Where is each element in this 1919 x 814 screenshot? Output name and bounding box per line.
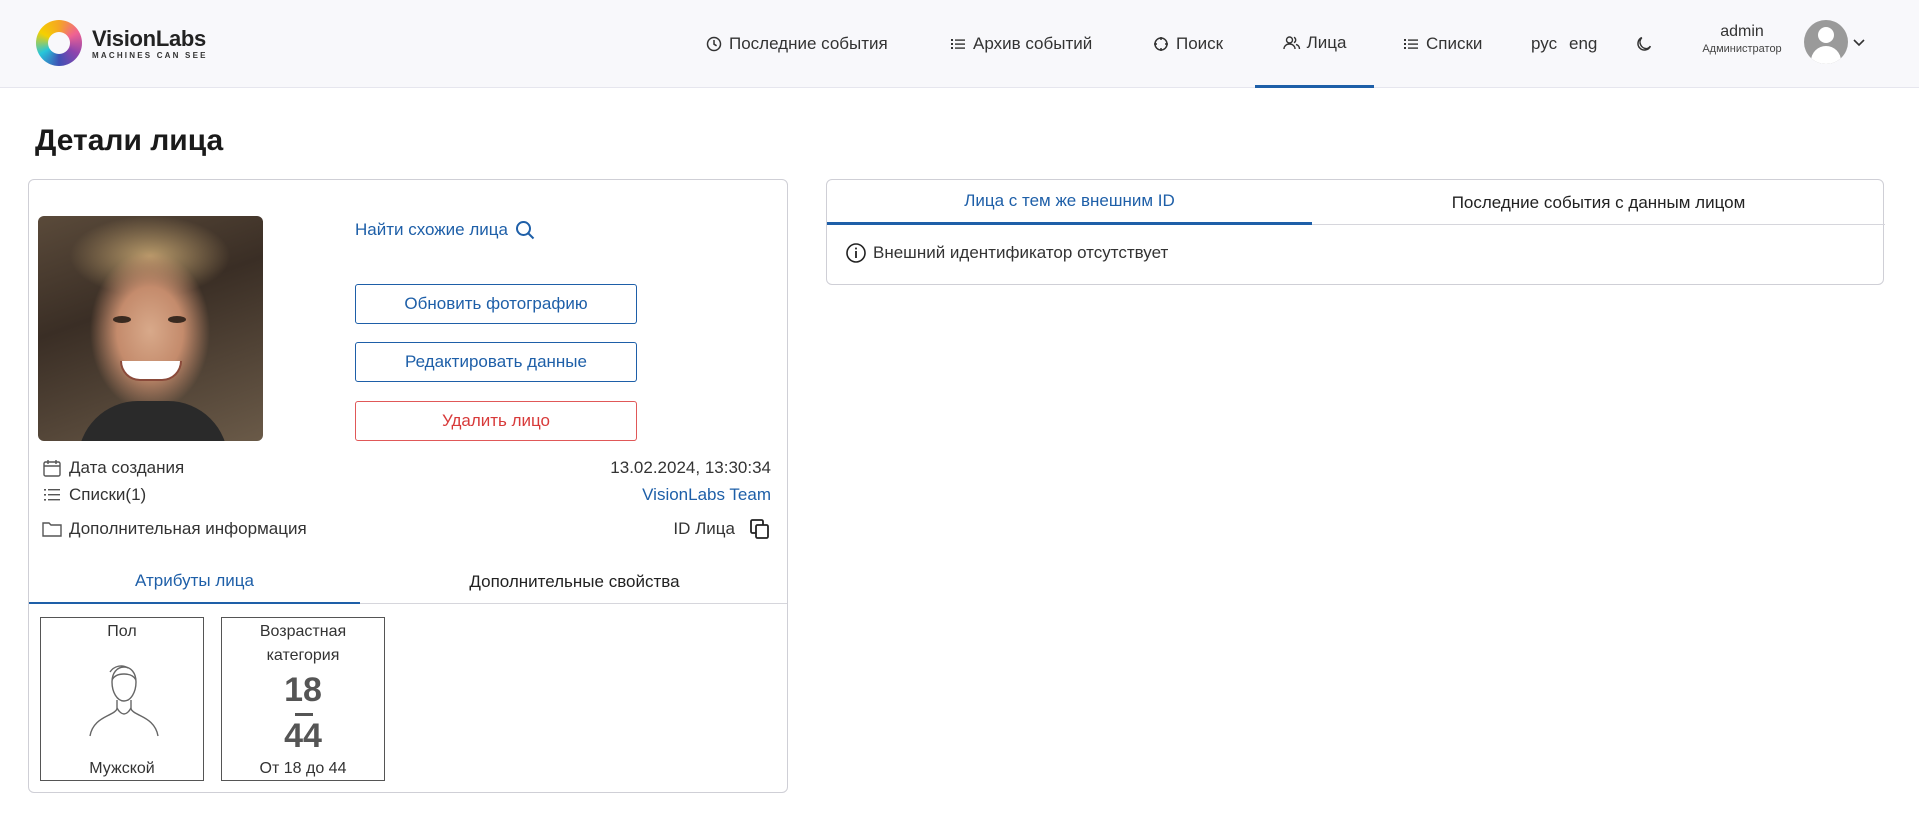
no-external-id-note: Внешний идентификатор отсутствует [845,242,1168,264]
list-link[interactable]: VisionLabs Team [642,485,771,505]
nav-item-faces[interactable]: Лица [1255,0,1374,88]
user-info[interactable]: admin Администратор [1692,22,1792,56]
face-id-label: ID Лица [673,519,735,538]
brand-tagline: MACHINES CAN SEE [92,50,208,60]
gender-value: Мужской [89,760,155,777]
face-photo[interactable] [38,216,263,441]
logo-ring-icon [36,20,82,66]
related-tabs: Лица с тем же внешним ID Последние событ… [827,180,1885,225]
tab-face-attributes[interactable]: Атрибуты лица [29,560,360,604]
nav-item-search[interactable]: Поиск [1152,0,1223,88]
lists-row: Списки(1) VisionLabs Team [41,483,771,507]
top-header: VisionLabs MACHINES CAN SEE Последние со… [0,0,1919,88]
gender-attribute: Пол Мужской [40,617,204,781]
tab-extra-properties[interactable]: Дополнительные свойства [360,560,787,604]
clock-icon [705,35,723,53]
age-label: Возрастная категория [222,620,384,668]
age-dash [295,713,313,716]
gender-label: Пол [107,623,137,640]
calendar-icon [41,457,63,479]
age-value: От 18 до 44 [259,760,347,777]
find-similar-label: Найти схожие лица [355,220,508,239]
age-label-line1: Возрастная [259,623,347,640]
tab-recent-events-with-face[interactable]: Последние события с данным лицом [1312,180,1885,225]
nav-label: Списки [1426,34,1483,53]
lists-label: Списки(1) [69,485,147,504]
nav-label: Лица [1306,32,1347,52]
theme-toggle[interactable] [1635,0,1653,88]
chevron-down-icon[interactable] [1852,38,1866,48]
extra-info-row: Дополнительная информация ID Лица [41,517,771,541]
related-card: Лица с тем же внешним ID Последние событ… [826,179,1885,285]
face-details-card: Найти схожие лица Обновить фотографию Ре… [28,179,788,793]
created-row: Дата создания 13.02.2024, 13:30:34 [41,456,771,480]
age-label-line2: категория [266,647,340,664]
created-value: 13.02.2024, 13:30:34 [610,458,771,477]
list-icon [41,484,63,506]
lang-ru[interactable]: рус [1531,0,1557,88]
update-photo-button[interactable]: Обновить фотографию [355,284,637,324]
user-name: admin [1720,23,1764,40]
nav-item-lists[interactable]: Списки [1402,0,1482,88]
copy-icon[interactable] [749,518,771,540]
note-text: Внешний идентификатор отсутствует [873,243,1169,262]
age-from: 18 [284,671,322,709]
nav-item-recent-events[interactable]: Последние события [705,0,888,88]
avatar[interactable] [1804,20,1848,64]
brand-logo[interactable]: VisionLabs MACHINES CAN SEE [36,20,208,66]
delete-face-button[interactable]: Удалить лицо [355,401,637,441]
folder-icon [41,518,63,540]
target-icon [1152,35,1170,53]
lang-en[interactable]: eng [1569,0,1597,88]
find-similar-link[interactable]: Найти схожие лица [355,219,536,241]
moon-icon [1637,36,1652,51]
extra-info-label[interactable]: Дополнительная информация [69,519,307,539]
user-role: Администратор [1702,43,1782,55]
face-subtabs: Атрибуты лица Дополнительные свойства [29,560,787,604]
age-to: 44 [284,717,322,755]
users-icon [1282,34,1301,52]
nav-label: Последние события [729,34,888,53]
list-icon [1402,35,1420,53]
page-title: Детали лица [35,124,224,157]
brand-name: VisionLabs [92,25,206,51]
created-label: Дата создания [69,458,185,477]
edit-data-button[interactable]: Редактировать данные [355,342,637,382]
list-icon [949,35,967,53]
nav-label: Поиск [1176,34,1224,53]
info-icon [846,243,866,263]
nav-item-events-archive[interactable]: Архив событий [949,0,1092,88]
face-id: ID Лица [673,518,771,540]
age-attribute: Возрастная категория 18 44 От 18 до 44 [221,617,385,781]
tab-same-external-id[interactable]: Лица с тем же внешним ID [827,180,1312,225]
search-icon [515,221,535,240]
nav-label: Архив событий [973,34,1093,53]
male-person-icon [89,665,159,737]
